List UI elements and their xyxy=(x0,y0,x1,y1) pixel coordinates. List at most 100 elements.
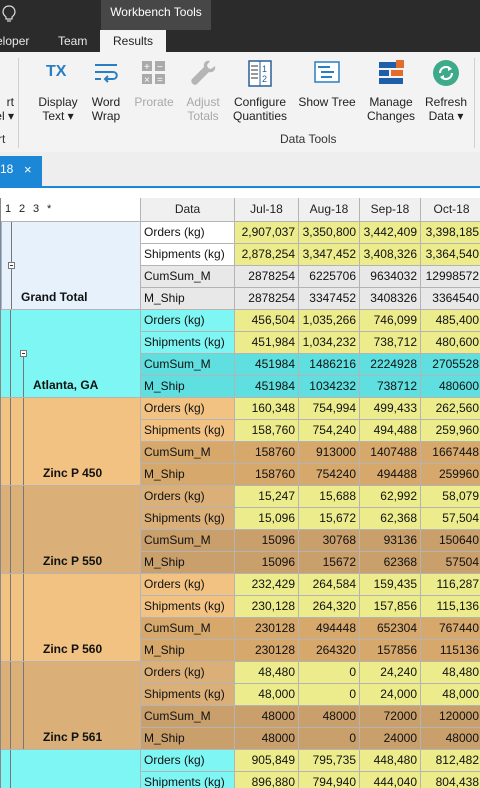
measure-cell[interactable]: CumSum_M xyxy=(141,266,235,288)
value-cell[interactable]: 93136 xyxy=(360,530,421,552)
value-cell[interactable]: 72000 xyxy=(360,706,421,728)
configure-quantities-button[interactable]: 1 2 Configure Quantities xyxy=(230,52,290,134)
data-column-header[interactable]: Data xyxy=(141,198,235,222)
measure-cell[interactable]: Shipments (kg) xyxy=(141,244,235,266)
value-cell[interactable]: 232,429 xyxy=(235,574,299,596)
manage-changes-button[interactable]: Manage Changes xyxy=(362,52,420,134)
value-cell[interactable]: 804,438 xyxy=(421,772,480,788)
tab-developer[interactable]: eloper xyxy=(0,30,36,52)
refresh-data-button[interactable]: Refresh Data ▾ xyxy=(422,52,470,134)
close-icon[interactable]: × xyxy=(24,162,32,177)
value-cell[interactable]: 264,584 xyxy=(299,574,360,596)
measure-cell[interactable]: M_Ship xyxy=(141,640,235,662)
measure-cell[interactable]: M_Ship xyxy=(141,552,235,574)
month-column-header[interactable]: Oct-18 xyxy=(421,198,480,222)
value-cell[interactable]: 115136 xyxy=(421,640,480,662)
value-cell[interactable]: 444,040 xyxy=(360,772,421,788)
value-cell[interactable]: 2878254 xyxy=(235,266,299,288)
value-cell[interactable]: 794,940 xyxy=(299,772,360,788)
value-cell[interactable]: 48,480 xyxy=(421,662,480,684)
value-cell[interactable]: 24,000 xyxy=(360,684,421,706)
value-cell[interactable]: 62368 xyxy=(360,552,421,574)
expand-level-button[interactable]: rt el ▾ xyxy=(0,52,14,134)
value-cell[interactable]: 15,247 xyxy=(235,486,299,508)
value-cell[interactable]: 3,364,540 xyxy=(421,244,480,266)
value-cell[interactable]: 15,672 xyxy=(299,508,360,530)
value-cell[interactable]: 3,350,800 xyxy=(299,222,360,244)
value-cell[interactable]: 24000 xyxy=(360,728,421,750)
value-cell[interactable]: 494488 xyxy=(360,464,421,486)
level-button-2[interactable]: 2 xyxy=(19,198,25,220)
value-cell[interactable]: 746,099 xyxy=(360,310,421,332)
value-cell[interactable]: 120000 xyxy=(421,706,480,728)
value-cell[interactable]: 230128 xyxy=(235,640,299,662)
measure-cell[interactable]: Orders (kg) xyxy=(141,750,235,772)
month-column-header[interactable]: Jul-18 xyxy=(235,198,299,222)
measure-cell[interactable]: Orders (kg) xyxy=(141,222,235,244)
value-cell[interactable]: 158760 xyxy=(235,464,299,486)
measure-cell[interactable]: Orders (kg) xyxy=(141,662,235,684)
row-group-zinc-p-550[interactable]: Zinc P 550 xyxy=(1,486,141,574)
measure-cell[interactable]: Shipments (kg) xyxy=(141,508,235,530)
value-cell[interactable]: 3347452 xyxy=(299,288,360,310)
value-cell[interactable]: 2,907,037 xyxy=(235,222,299,244)
value-cell[interactable]: 499,433 xyxy=(360,398,421,420)
value-cell[interactable]: 480600 xyxy=(421,376,480,398)
value-cell[interactable]: 896,880 xyxy=(235,772,299,788)
value-cell[interactable]: 0 xyxy=(299,728,360,750)
value-cell[interactable]: 157,856 xyxy=(360,596,421,618)
value-cell[interactable]: 494,488 xyxy=(360,420,421,442)
prorate-button[interactable]: + − × = Prorate xyxy=(130,52,178,134)
lightbulb-icon[interactable] xyxy=(2,5,16,23)
value-cell[interactable]: 158,760 xyxy=(235,420,299,442)
value-cell[interactable]: 15,096 xyxy=(235,508,299,530)
month-column-header[interactable]: Aug-18 xyxy=(299,198,360,222)
value-cell[interactable]: 116,287 xyxy=(421,574,480,596)
value-cell[interactable]: 3,442,409 xyxy=(360,222,421,244)
row-group-zinc-p-560[interactable]: Zinc P 560 xyxy=(1,574,141,662)
value-cell[interactable]: 0 xyxy=(299,662,360,684)
value-cell[interactable]: 738,712 xyxy=(360,332,421,354)
value-cell[interactable]: 3,408,326 xyxy=(360,244,421,266)
value-cell[interactable]: 160,348 xyxy=(235,398,299,420)
value-cell[interactable]: 15096 xyxy=(235,530,299,552)
value-cell[interactable]: 652304 xyxy=(360,618,421,640)
value-cell[interactable]: 262,560 xyxy=(421,398,480,420)
value-cell[interactable]: 1,034,232 xyxy=(299,332,360,354)
measure-cell[interactable]: Shipments (kg) xyxy=(141,332,235,354)
tab-team[interactable]: Team xyxy=(58,30,92,52)
row-group-zinc-p-450[interactable]: Zinc P 450 xyxy=(1,398,141,486)
value-cell[interactable]: 3,347,452 xyxy=(299,244,360,266)
value-cell[interactable]: 150640 xyxy=(421,530,480,552)
value-cell[interactable]: 48,480 xyxy=(235,662,299,684)
measure-cell[interactable]: M_Ship xyxy=(141,464,235,486)
value-cell[interactable]: 494448 xyxy=(299,618,360,640)
row-group-grand-total[interactable]: Grand Total xyxy=(1,222,141,310)
value-cell[interactable]: 2224928 xyxy=(360,354,421,376)
value-cell[interactable]: 48000 xyxy=(299,706,360,728)
value-cell[interactable]: 754,240 xyxy=(299,420,360,442)
value-cell[interactable]: 451,984 xyxy=(235,332,299,354)
collapse-icon[interactable] xyxy=(8,262,15,269)
value-cell[interactable]: 6225706 xyxy=(299,266,360,288)
value-cell[interactable]: 1667448 xyxy=(421,442,480,464)
measure-cell[interactable]: Orders (kg) xyxy=(141,486,235,508)
measure-cell[interactable]: Shipments (kg) xyxy=(141,772,235,788)
measure-cell[interactable]: CumSum_M xyxy=(141,442,235,464)
value-cell[interactable]: 157856 xyxy=(360,640,421,662)
value-cell[interactable]: 3364540 xyxy=(421,288,480,310)
row-group-zinc-p-561[interactable]: Zinc P 561 xyxy=(1,662,141,750)
value-cell[interactable]: 48,000 xyxy=(235,684,299,706)
value-cell[interactable]: 448,480 xyxy=(360,750,421,772)
value-cell[interactable]: 480,600 xyxy=(421,332,480,354)
level-button-3[interactable]: 3 xyxy=(33,198,39,220)
row-group-atlanta-ga[interactable]: Atlanta, GA xyxy=(1,310,141,398)
value-cell[interactable]: 2705528 xyxy=(421,354,480,376)
value-cell[interactable]: 1034232 xyxy=(299,376,360,398)
measure-cell[interactable]: Orders (kg) xyxy=(141,574,235,596)
measure-cell[interactable]: M_Ship xyxy=(141,728,235,750)
value-cell[interactable]: 230,128 xyxy=(235,596,299,618)
display-text-button[interactable]: TX Display Text ▾ xyxy=(34,52,82,134)
value-cell[interactable]: 259,960 xyxy=(421,420,480,442)
measure-cell[interactable]: Shipments (kg) xyxy=(141,596,235,618)
